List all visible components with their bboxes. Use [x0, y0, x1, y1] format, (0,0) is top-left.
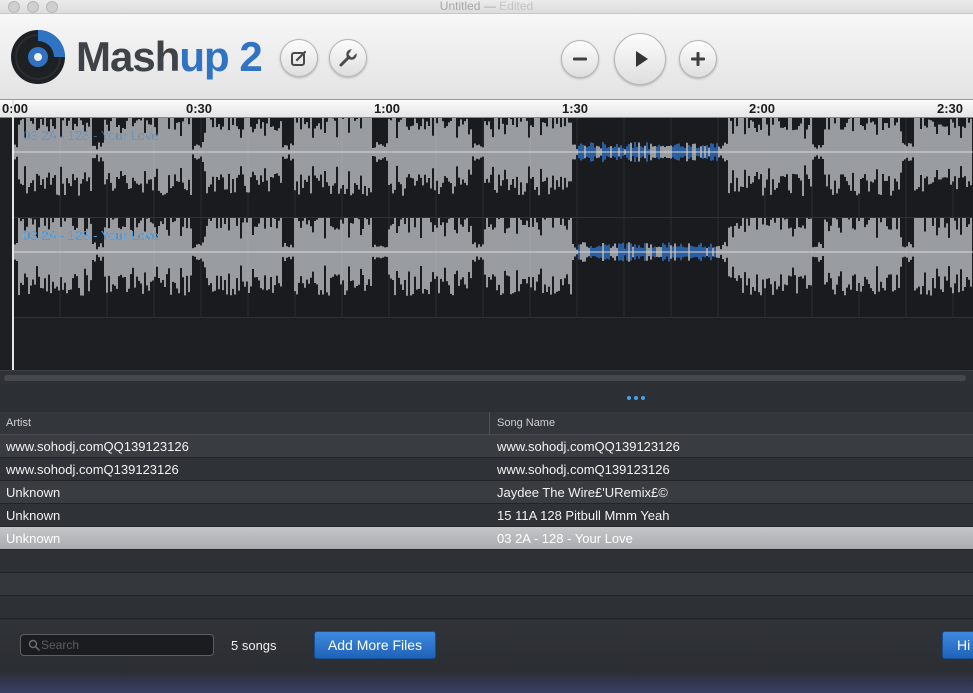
column-header-song-name[interactable]: Song Name — [497, 417, 555, 429]
playhead[interactable] — [12, 100, 14, 370]
play-icon — [636, 51, 648, 67]
timeline-tick: 1:00 — [374, 101, 401, 116]
toolbar: Mashup 2 — [0, 14, 973, 100]
search-input[interactable] — [41, 637, 209, 653]
artist-cell: www.sohodj.comQ139123126 — [6, 462, 179, 477]
play-button[interactable] — [614, 33, 666, 85]
artist-cell: Unknown — [6, 531, 61, 546]
timeline-tick: 0:00 — [2, 101, 29, 116]
artist-cell: www.sohodj.comQQ139123126 — [6, 439, 189, 454]
track-label: 03 2A - 128 - Your Love — [23, 228, 159, 243]
artist-cell: Unknown — [6, 508, 61, 523]
add-more-files-button[interactable]: Add More Files — [314, 631, 436, 659]
song-cell: www.sohodj.comQQ139123126 — [497, 439, 680, 454]
edit-square-icon — [291, 50, 307, 66]
window-titlebar: Untitled — Edited — [0, 0, 973, 14]
song-cell: Jaydee The Wire£'URemix£© — [497, 485, 668, 500]
zoom-out-button[interactable] — [561, 40, 599, 78]
plus-icon — [691, 52, 705, 66]
search-icon — [28, 639, 40, 651]
logo-part-mash: Mash — [76, 33, 180, 80]
scrollbar-thumb[interactable] — [4, 375, 966, 381]
empty-row — [0, 596, 973, 619]
timeline-scrollbar[interactable] — [0, 370, 973, 384]
table-row[interactable]: www.sohodj.comQQ139123126 www.sohodj.com… — [0, 435, 973, 458]
split-divider[interactable] — [0, 384, 973, 412]
app-logo: Mashup 2 — [76, 33, 263, 80]
drag-handle-icon[interactable] — [627, 396, 645, 400]
edited-status: Edited — [499, 0, 534, 13]
song-cell: www.sohodj.comQ139123126 — [497, 462, 670, 477]
table-row[interactable]: Unknown 15 11A 128 Pitbull Mmm Yeah — [0, 504, 973, 527]
track-label: 03 2A - 128 - Your Love — [23, 128, 159, 143]
empty-row — [0, 550, 973, 573]
window-title: Untitled — Edited — [0, 0, 973, 13]
song-table: Artist Song Name www.sohodj.comQQ1391231… — [0, 412, 973, 620]
timeline-tick: 2:00 — [749, 101, 776, 116]
table-row[interactable]: Unknown Jaydee The Wire£'URemix£© — [0, 481, 973, 504]
wrench-icon — [339, 48, 358, 67]
song-count: 5 songs — [231, 638, 277, 653]
empty-row — [0, 573, 973, 596]
track-lane[interactable]: 03 2A - 128 - Your Love — [13, 118, 973, 218]
artist-cell: Unknown — [6, 485, 61, 500]
timeline-tick: 0:30 — [186, 101, 213, 116]
hide-button[interactable]: Hi — [942, 631, 973, 659]
track-lane[interactable]: 03 2A - 128 - Your Love — [13, 218, 973, 318]
timeline-tick: 2:30 — [937, 101, 964, 116]
song-cell: 03 2A - 128 - Your Love — [497, 531, 633, 546]
document-name: Untitled — [439, 0, 481, 13]
zoom-in-button[interactable] — [679, 40, 717, 78]
logo-part-up: up — [179, 33, 229, 80]
edit-button[interactable] — [280, 39, 318, 77]
table-row[interactable]: www.sohodj.comQ139123126 www.sohodj.comQ… — [0, 458, 973, 481]
table-header: Artist Song Name — [0, 412, 973, 435]
song-cell: 15 11A 128 Pitbull Mmm Yeah — [497, 508, 670, 523]
timeline-tick: 1:30 — [562, 101, 589, 116]
logo-part-version: 2 — [228, 33, 262, 80]
title-separator: — — [483, 0, 496, 13]
vinyl-disc-logo-icon — [11, 30, 65, 84]
waveform-editor[interactable]: 03 2A - 128 - Your Love 03 2A - 128 - Yo… — [0, 118, 973, 370]
tools-button[interactable] — [329, 39, 367, 77]
column-header-artist[interactable]: Artist — [6, 417, 31, 429]
search-box[interactable] — [20, 634, 214, 656]
bottom-bar: 5 songs Add More Files Hi — [0, 620, 973, 693]
minus-icon — [573, 57, 587, 61]
table-row-selected[interactable]: Unknown 03 2A - 128 - Your Love — [0, 527, 973, 550]
timeline-ruler[interactable]: 0:00 0:30 1:00 1:30 2:00 2:30 — [0, 100, 973, 118]
column-separator[interactable] — [489, 412, 490, 435]
